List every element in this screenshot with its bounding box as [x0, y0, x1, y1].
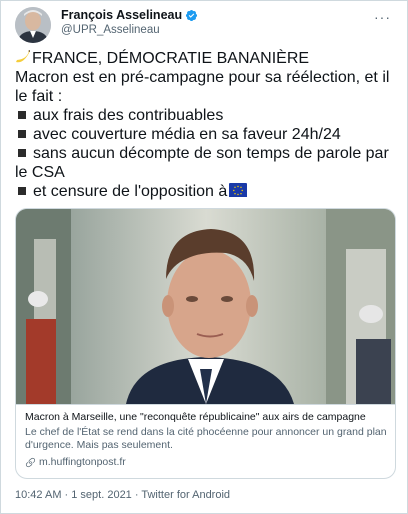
link-preview-card[interactable]: Macron à Marseille, une "reconquête répu…	[15, 208, 396, 479]
bullet-text: et censure de l'opposition à	[33, 183, 228, 200]
author-handle[interactable]: @UPR_Asselineau	[61, 24, 198, 36]
article-title[interactable]: Macron à Marseille, une "reconquête répu…	[25, 411, 388, 423]
bullet-item: sans aucun décompte de son temps de paro…	[15, 144, 397, 182]
article-domain: m.huffingtonpost.fr	[25, 456, 388, 468]
author-info: François Asselineau @UPR_Asselineau	[61, 8, 198, 36]
bullet-text: aux frais des contribuables	[33, 107, 224, 124]
article-description: Le chef de l'État se rend dans la cité p…	[25, 426, 387, 451]
tweet-timestamp[interactable]: 10:42 AM · 1 sept. 2021 · Twitter for An…	[15, 489, 230, 501]
tweet-line-2: Macron est en pré-campagne pour sa rééle…	[15, 69, 390, 105]
link-icon	[25, 457, 36, 467]
verified-badge-icon	[186, 9, 198, 21]
banana-emoji-icon	[16, 50, 30, 63]
author-name[interactable]: François Asselineau	[61, 8, 182, 22]
tweet-text: FRANCE, DÉMOCRATIE BANANIÈRE Macron est …	[15, 49, 397, 201]
link-preview-meta: Macron à Marseille, une "reconquête répu…	[16, 404, 395, 478]
bullet-item: et censure de l'opposition à	[15, 182, 397, 201]
black-square-icon	[18, 110, 26, 119]
bullet-item: avec couverture média en sa faveur 24h/2…	[15, 125, 397, 144]
tweet-line-1: FRANCE, DÉMOCRATIE BANANIÈRE	[15, 49, 397, 68]
more-options-icon[interactable]: ···	[374, 9, 391, 25]
tweet-header: François Asselineau @UPR_Asselineau ···	[15, 7, 395, 45]
black-square-icon	[18, 186, 26, 195]
tweet-headline: FRANCE, DÉMOCRATIE BANANIÈRE	[32, 50, 310, 67]
article-image	[16, 209, 395, 404]
avatar-image	[15, 7, 51, 43]
tweet-card: François Asselineau @UPR_Asselineau ··· …	[0, 0, 408, 514]
bullet-text: sans aucun décompte de son temps de paro…	[15, 145, 389, 181]
author-avatar[interactable]	[15, 7, 51, 43]
bullet-item: aux frais des contribuables	[15, 106, 397, 125]
article-domain-text[interactable]: m.huffingtonpost.fr	[39, 456, 126, 468]
bullet-text: avec couverture média en sa faveur 24h/2…	[33, 126, 341, 143]
black-square-icon	[18, 129, 26, 138]
black-square-icon	[18, 148, 26, 157]
eu-flag-icon	[229, 183, 248, 197]
